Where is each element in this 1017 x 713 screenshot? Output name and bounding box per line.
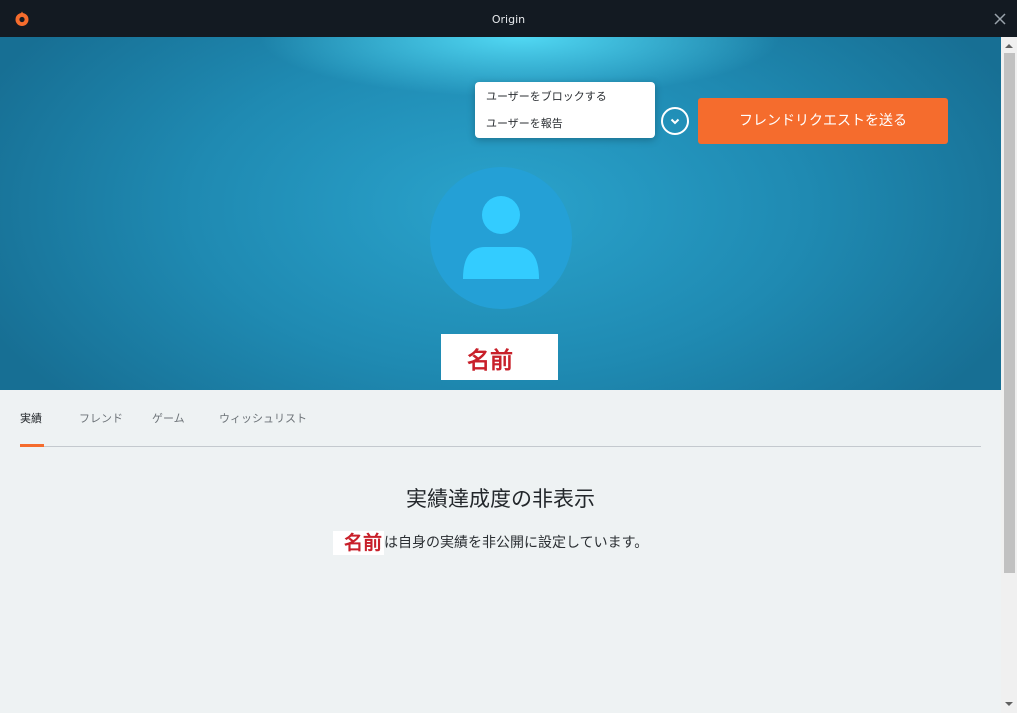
close-icon[interactable] — [993, 12, 1007, 26]
send-friend-request-button[interactable]: フレンドリクエストを送る — [698, 98, 948, 144]
section-heading: 実績達成度の非表示 — [406, 487, 595, 511]
tab-friends[interactable]: フレンド — [79, 406, 123, 447]
user-silhouette-icon — [463, 196, 539, 279]
tab-label: 実績 — [20, 412, 42, 425]
scrollbar-thumb[interactable] — [1004, 53, 1015, 573]
tab-achievements[interactable]: 実績 — [20, 406, 44, 447]
scroll-down-arrow-icon[interactable] — [1005, 701, 1013, 707]
tab-games[interactable]: ゲーム — [152, 406, 185, 447]
window-title: Origin — [491, 13, 526, 26]
menu-item-report-user[interactable]: ユーザーを報告 — [475, 111, 655, 137]
tab-wishlist[interactable]: ウィッシュリスト — [219, 406, 307, 447]
message-text: は自身の実績を非公開に設定しています。 — [384, 535, 649, 551]
chevron-down-icon — [670, 118, 680, 125]
more-options-button[interactable] — [661, 107, 689, 135]
profile-tabs: 実績 フレンド ゲーム ウィッシュリスト — [20, 406, 981, 447]
vertical-scrollbar[interactable] — [1001, 37, 1017, 713]
privacy-message: 名前 は自身の実績を非公開に設定しています。 — [333, 531, 648, 555]
avatar — [430, 167, 572, 309]
scroll-up-arrow-icon[interactable] — [1005, 43, 1013, 49]
menu-item-block-user[interactable]: ユーザーをブロックする — [475, 84, 655, 110]
options-dropdown: ユーザーをブロックする ユーザーを報告 — [475, 82, 655, 138]
active-tab-indicator — [20, 444, 44, 447]
profile-name-box: 名前 — [441, 334, 558, 380]
message-user-name: 名前 — [333, 531, 385, 555]
title-bar: Origin — [0, 0, 1017, 37]
profile-name: 名前 — [467, 348, 513, 374]
